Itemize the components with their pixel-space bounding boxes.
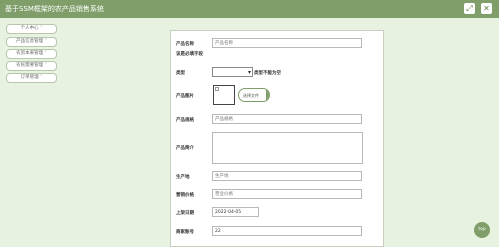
- sidebar-item-orders[interactable]: 订单管理 ˅: [6, 73, 57, 83]
- sidebar-item-personal[interactable]: 个人中心 ˅: [6, 24, 57, 34]
- product-form: 产品名称 该是必填字段 类型 类型不能为空 产品图片 选择文件 产品规格 产品简…: [170, 30, 384, 247]
- price-label: 营销价格: [176, 193, 194, 198]
- app-title: 基于SSM框架的农产品销售系统: [5, 5, 104, 13]
- merchant-input[interactable]: 22: [212, 226, 362, 236]
- sidebar-item-farmer-needs[interactable]: 农民需要管理 ˅: [6, 61, 57, 71]
- choose-file-button[interactable]: 选择文件: [238, 88, 270, 102]
- sidebar-item-farm[interactable]: 农贸本来管理 ˅: [6, 49, 57, 59]
- spec-label: 产品规格: [176, 118, 194, 123]
- sidebar: 个人中心 ˅ 产品信息管理 ˅ 农贸本来管理 ˅ 农民需要管理 ˅ 订单管理 ˅: [0, 18, 60, 243]
- date-label: 上架日期: [176, 211, 194, 216]
- title-bar: 基于SSM框架的农产品销售系统 ⤢ ✕: [0, 0, 499, 18]
- date-input[interactable]: 2022-04-05: [212, 207, 259, 217]
- intro-label: 产品简介: [176, 146, 194, 151]
- spec-input[interactable]: [212, 114, 362, 124]
- product-image-preview: [213, 85, 235, 105]
- required-hint: 该是必填字段: [176, 52, 203, 57]
- price-input[interactable]: [212, 189, 362, 199]
- sidebar-item-product-info[interactable]: 产品信息管理 ˅: [6, 37, 57, 47]
- category-label: 类型: [176, 71, 185, 76]
- broken-image-icon: [215, 87, 219, 91]
- product-image-label: 产品图片: [176, 94, 194, 99]
- origin-input[interactable]: [212, 171, 362, 181]
- product-name-input[interactable]: [212, 38, 362, 48]
- merchant-label: 商家账号: [176, 230, 194, 235]
- product-name-label: 产品名称: [176, 42, 194, 47]
- category-hint: 类型不能为空: [254, 71, 281, 76]
- fullscreen-icon[interactable]: ⤢: [464, 3, 475, 14]
- back-to-top-button[interactable]: top: [474, 222, 490, 238]
- close-icon[interactable]: ✕: [481, 3, 492, 14]
- origin-label: 生产地: [176, 175, 190, 180]
- intro-textarea[interactable]: [212, 132, 363, 164]
- category-select[interactable]: [212, 67, 253, 77]
